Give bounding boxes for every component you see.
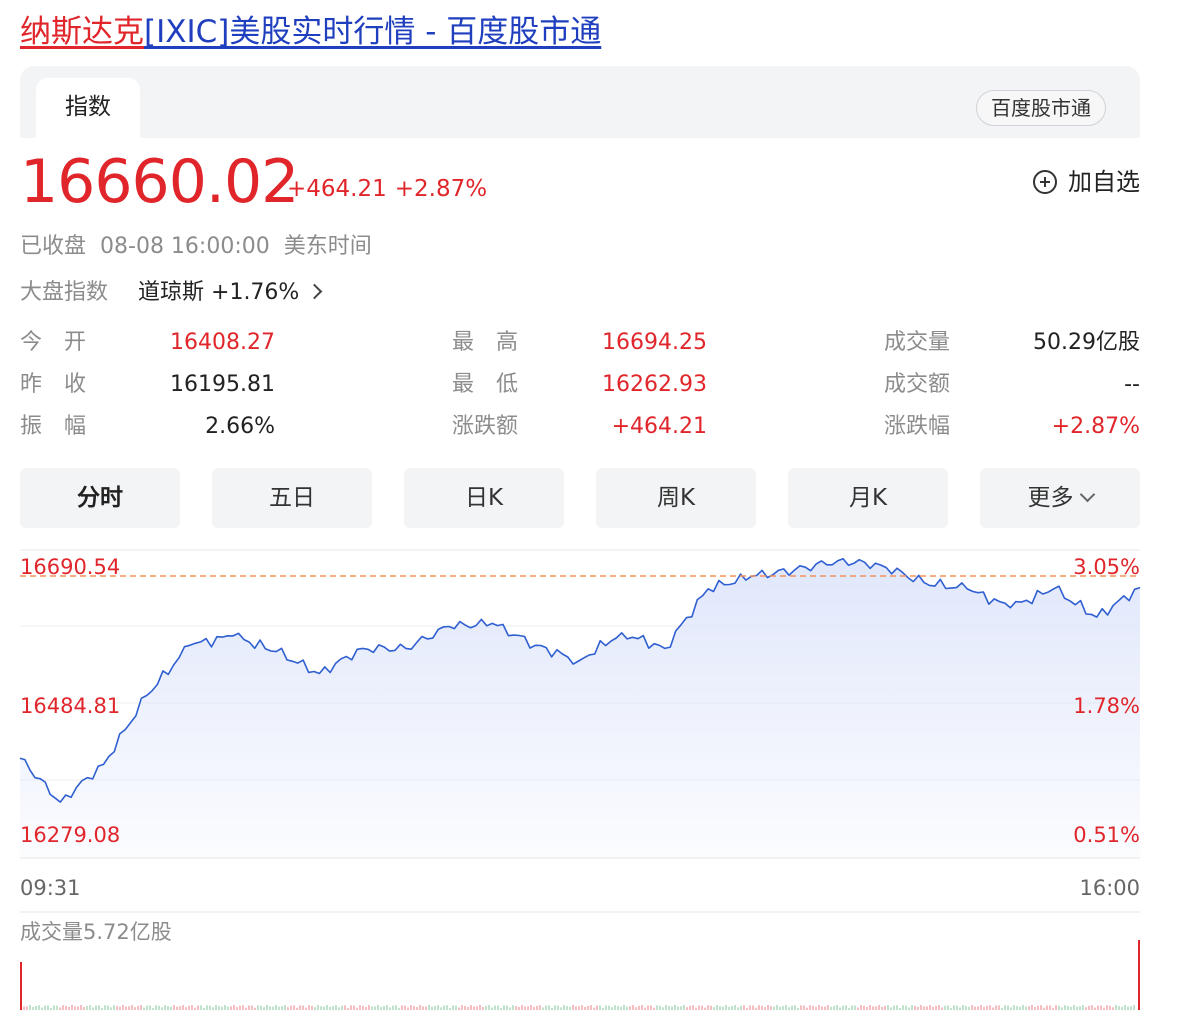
- stat-value: 16195.81: [170, 372, 275, 397]
- tab-daily-k[interactable]: 日K: [404, 468, 564, 528]
- stat-label: 涨跌幅: [884, 414, 951, 439]
- chart-canvas: 16690.54 16484.81 16279.08 3.05% 1.78% 0.51% 0…: [19, 549, 1141, 1010]
- change-amount: +464.21: [287, 176, 387, 202]
- current-price: 16660.02: [20, 147, 299, 217]
- stat-value: +2.87%: [1051, 414, 1140, 439]
- market-index-value: 道琼斯 +1.76%: [138, 280, 300, 305]
- stat-value: 16408.27: [170, 330, 275, 355]
- add-watchlist-label: 加自选: [1068, 168, 1140, 196]
- tab-more[interactable]: 更多: [980, 468, 1140, 528]
- page-title-rest-link[interactable]: [IXIC]美股实时行情 - 百度股市通: [144, 14, 601, 50]
- quote-time: 08-08 16:00:00: [100, 234, 270, 259]
- volume-label: 成交量5.72亿股: [20, 920, 172, 944]
- stat-value: 16694.25: [602, 330, 707, 355]
- stat-value: 16262.93: [602, 372, 707, 397]
- stat-label: 成交额: [884, 372, 951, 397]
- chevron-down-icon: [1079, 486, 1095, 503]
- market-index-label: 大盘指数: [20, 280, 109, 305]
- y-axis-label-left: 16484.81: [20, 694, 120, 718]
- price-area: [20, 558, 1140, 858]
- stat-label: 振 幅: [20, 414, 87, 439]
- tab-five-day[interactable]: 五日: [212, 468, 372, 528]
- add-watchlist-button[interactable]: 加自选: [1033, 165, 1140, 199]
- y-axis-label-left: 16279.08: [20, 823, 120, 847]
- stat-label: 今 开: [20, 330, 87, 355]
- price-change: +464.21 +2.87%: [287, 172, 487, 206]
- stat-value: 2.66%: [205, 414, 275, 439]
- stat-value: +464.21: [611, 414, 707, 439]
- tab-index[interactable]: 指数: [36, 78, 140, 138]
- intraday-chart[interactable]: 16690.54 16484.81 16279.08 3.05% 1.78% 0.51% 0…: [0, 540, 1184, 1036]
- x-axis-label-end: 16:00: [1079, 876, 1140, 900]
- y-axis-label-left: 16690.54: [20, 555, 120, 579]
- y-axis-label-right: 3.05%: [1073, 555, 1140, 579]
- stats-row: 振 幅 2.66% 涨跌额 +464.21 涨跌幅 +2.87%: [20, 408, 1140, 450]
- market-state: 已收盘: [20, 234, 87, 259]
- tab-weekly-k[interactable]: 周K: [596, 468, 756, 528]
- market-index-link[interactable]: 大盘指数 道琼斯 +1.76%: [20, 276, 323, 310]
- tab-intraday[interactable]: 分时: [20, 468, 180, 528]
- tab-more-label: 更多: [1027, 485, 1074, 511]
- stat-label: 最 高: [452, 330, 519, 355]
- chevron-right-icon: [307, 283, 323, 300]
- stats-grid: 今 开 16408.27 最 高 16694.25 成交量 50.29亿股 昨 …: [20, 324, 1140, 450]
- status-line: 已收盘 08-08 16:00:00 美东时间: [20, 230, 372, 264]
- plus-circle-icon: [1033, 170, 1057, 194]
- source-badge[interactable]: 百度股市通: [976, 90, 1106, 126]
- stat-value: --: [1124, 372, 1140, 397]
- stat-value: 50.29亿股: [1033, 330, 1140, 355]
- stat-label: 最 低: [452, 372, 519, 397]
- index-name-link[interactable]: 纳斯达克: [20, 14, 144, 50]
- page-title-link[interactable]: 纳斯达克[IXIC]美股实时行情 - 百度股市通: [20, 8, 601, 56]
- stats-row: 昨 收 16195.81 最 低 16262.93 成交额 --: [20, 366, 1140, 408]
- y-axis-label-right: 0.51%: [1073, 823, 1140, 847]
- y-axis-label-right: 1.78%: [1073, 694, 1140, 718]
- tab-bar: 指数 百度股市通: [20, 66, 1140, 138]
- period-tabs: 分时 五日 日K 周K 月K 更多: [20, 468, 1140, 528]
- stat-label: 昨 收: [20, 372, 87, 397]
- timezone: 美东时间: [283, 234, 372, 259]
- stats-row: 今 开 16408.27 最 高 16694.25 成交量 50.29亿股: [20, 324, 1140, 366]
- change-percent: +2.87%: [394, 176, 488, 202]
- x-axis-label-start: 09:31: [20, 876, 81, 900]
- stat-label: 成交量: [884, 330, 951, 355]
- tab-monthly-k[interactable]: 月K: [788, 468, 948, 528]
- stat-label: 涨跌额: [452, 414, 519, 439]
